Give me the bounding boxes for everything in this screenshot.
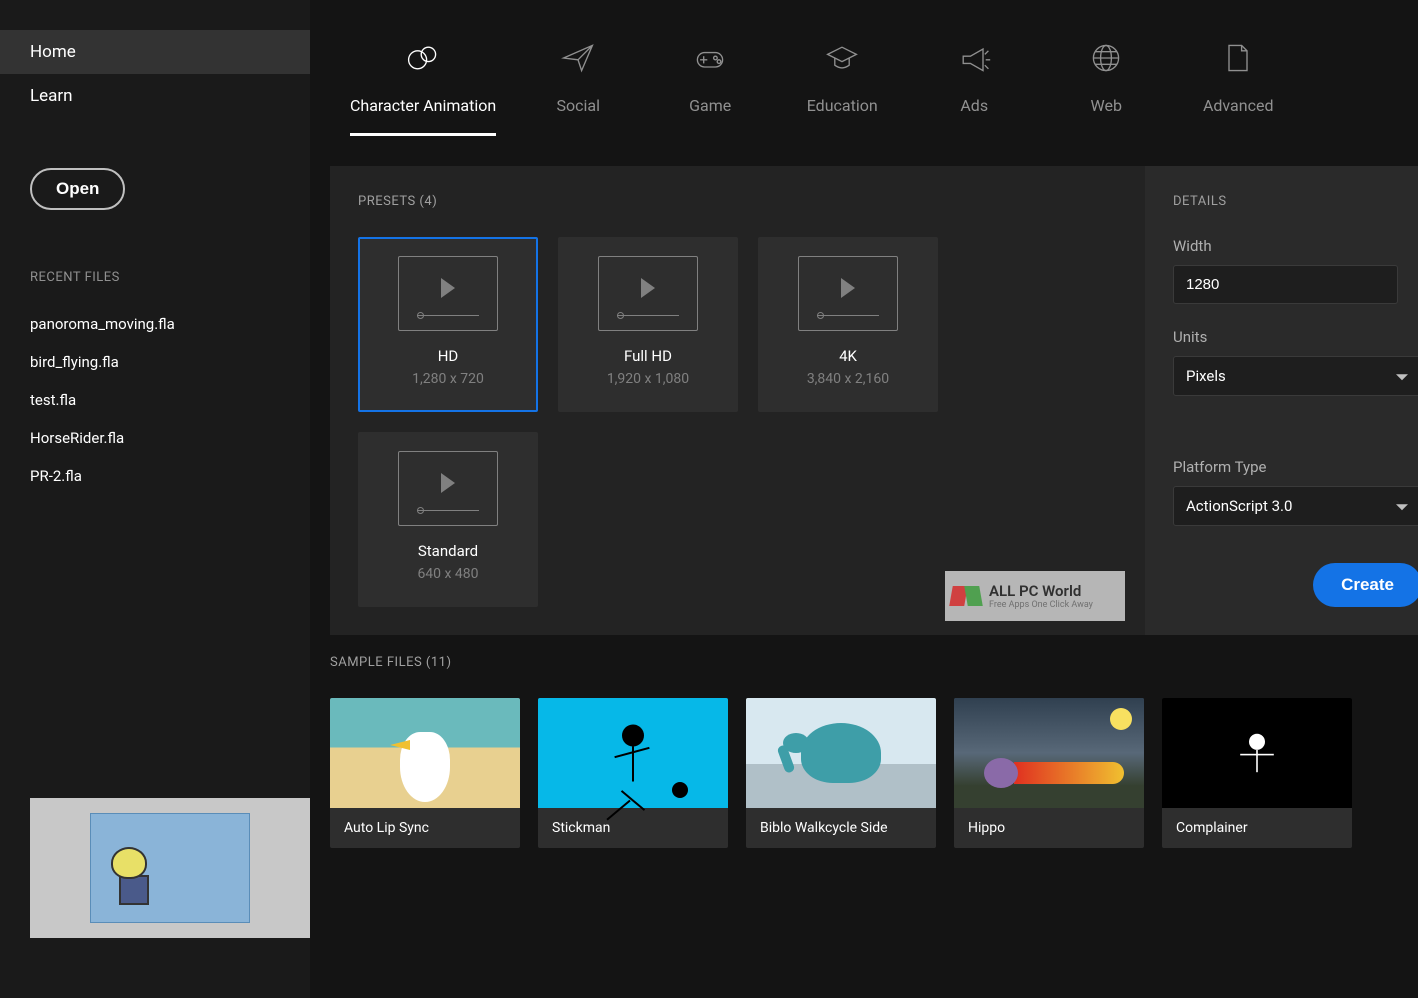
open-button[interactable]: Open [30,168,125,210]
tab-education[interactable]: Education [792,40,892,136]
recent-file-item[interactable]: bird_flying.fla [0,343,310,381]
units-label: Units [1173,328,1418,346]
sample-label: Stickman [538,808,728,848]
preset-title: Full HD [624,347,672,365]
preset-title: 4K [839,347,857,365]
width-input[interactable] [1173,265,1398,304]
recent-file-item[interactable]: test.fla [0,381,310,419]
preset-dimensions: 1,920 x 1,080 [607,371,689,387]
preset-dimensions: 3,840 x 2,160 [807,371,889,387]
details-panel: DETAILS Width Height Units Pixels [1145,166,1418,635]
app-root: HomeLearn Open RECENT FILES panoroma_mov… [0,0,1418,998]
preset-title: HD [438,347,459,365]
preset-title: Standard [418,542,478,560]
sample-card-complainer[interactable]: Complainer [1162,698,1352,848]
preset-card-hd[interactable]: HD 1,280 x 720 [358,237,538,412]
sample-thumbnail [746,698,936,808]
tab-character-animation[interactable]: Character Animation [350,40,496,136]
platform-label: Platform Type [1173,458,1418,476]
tab-label: Character Animation [350,96,496,115]
content-row: PRESETS (4) HD 1,280 x 720 Full HD 1,920 x … [330,166,1418,635]
sample-thumbnail [538,698,728,808]
watermark-title: ALL PC World [989,582,1093,600]
globe-icon [1088,40,1124,76]
video-preset-icon [798,256,898,331]
tab-label: Web [1091,96,1122,115]
platform-select[interactable]: ActionScript 3.0 [1173,486,1418,526]
details-header: DETAILS [1173,194,1418,209]
watermark-icon [951,586,981,606]
graduation-cap-icon [824,40,860,76]
tab-ads[interactable]: Ads [924,40,1024,136]
category-tabs: Character Animation Social Game Education Ad… [330,40,1418,136]
paper-plane-icon [560,40,596,76]
tab-label: Education [807,96,878,115]
presets-panel: PRESETS (4) HD 1,280 x 720 Full HD 1,920 x … [330,166,1145,635]
sample-thumbnail [1162,698,1352,808]
tab-label: Game [689,96,731,115]
presets-header: PRESETS (4) [358,194,1117,209]
sample-label: Hippo [954,808,1144,848]
preset-dimensions: 640 x 480 [417,566,478,582]
sidebar-nav: HomeLearn [0,30,310,118]
recent-files-list: panoroma_moving.flabird_flying.flatest.f… [0,305,310,495]
main-panel: Character Animation Social Game Education Ad… [310,0,1418,998]
watermark: ALL PC World Free Apps One Click Away [945,571,1125,621]
gamepad-icon [692,40,728,76]
sample-label: Auto Lip Sync [330,808,520,848]
width-label: Width [1173,237,1398,255]
sample-thumbnail [954,698,1144,808]
create-button[interactable]: Create [1313,563,1418,607]
preset-grid: HD 1,280 x 720 Full HD 1,920 x 1,080 4K 3,840… [358,237,1117,607]
preset-dimensions: 1,280 x 720 [412,371,484,387]
sample-card-auto-lip-sync[interactable]: Auto Lip Sync [330,698,520,848]
video-preset-icon [398,451,498,526]
sample-files-header: SAMPLE FILES (11) [330,655,1418,670]
tab-label: Advanced [1203,96,1274,115]
sample-thumbnail [330,698,520,808]
tab-social[interactable]: Social [528,40,628,136]
sample-label: Biblo Walkcycle Side [746,808,936,848]
preset-card-4k[interactable]: 4K 3,840 x 2,160 [758,237,938,412]
preset-card-standard[interactable]: Standard 640 x 480 [358,432,538,607]
tab-advanced[interactable]: Advanced [1188,40,1288,136]
recent-file-item[interactable]: PR-2.fla [0,457,310,495]
video-preset-icon [598,256,698,331]
sidebar: HomeLearn Open RECENT FILES panoroma_mov… [0,0,310,998]
nav-item-learn[interactable]: Learn [0,74,310,118]
sample-files-row: Auto Lip Sync Stickman Biblo Walkcycle Sid… [330,698,1418,848]
units-select[interactable]: Pixels [1173,356,1418,396]
recent-files-header: RECENT FILES [30,270,280,285]
sample-card-hippo[interactable]: Hippo [954,698,1144,848]
document-icon [1220,40,1256,76]
sample-label: Complainer [1162,808,1352,848]
sample-card-biblo-walkcycle-side[interactable]: Biblo Walkcycle Side [746,698,936,848]
tab-web[interactable]: Web [1056,40,1156,136]
watermark-sub: Free Apps One Click Away [989,600,1093,610]
megaphone-icon [956,40,992,76]
video-preset-icon [398,256,498,331]
recent-file-item[interactable]: HorseRider.fla [0,419,310,457]
tab-label: Ads [960,96,988,115]
recent-thumbnail[interactable] [30,798,310,938]
character-icon [405,40,441,76]
preset-card-full-hd[interactable]: Full HD 1,920 x 1,080 [558,237,738,412]
sample-card-stickman[interactable]: Stickman [538,698,728,848]
sample-files-section: SAMPLE FILES (11) Auto Lip Sync Stickman B… [330,655,1418,848]
recent-file-item[interactable]: panoroma_moving.fla [0,305,310,343]
tab-label: Social [556,96,599,115]
nav-item-home[interactable]: Home [0,30,310,74]
tab-game[interactable]: Game [660,40,760,136]
